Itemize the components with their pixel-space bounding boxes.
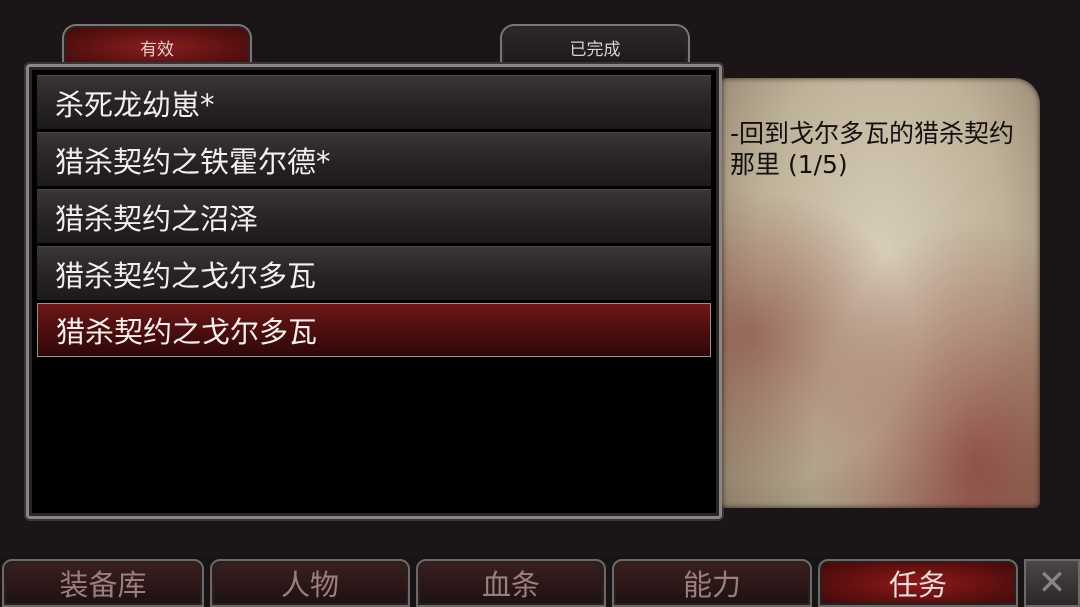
- quest-item-label: 杀死龙幼崽*: [55, 87, 215, 122]
- nav-quests-button[interactable]: 任务: [818, 559, 1018, 607]
- quest-list-panel: 杀死龙幼崽* 猎杀契约之铁霍尔德* 猎杀契约之沼泽 猎杀契约之戈尔多瓦 猎杀契约…: [26, 64, 722, 519]
- nav-character-label: 人物: [280, 568, 339, 602]
- nav-abilities-label: 能力: [682, 568, 741, 602]
- tab-active[interactable]: 有效: [62, 24, 252, 68]
- quest-item-5-selected[interactable]: 猎杀契约之戈尔多瓦: [37, 303, 711, 357]
- quest-item-2[interactable]: 猎杀契约之铁霍尔德*: [37, 132, 711, 186]
- quest-item-1[interactable]: 杀死龙幼崽*: [37, 75, 711, 129]
- quest-item-3[interactable]: 猎杀契约之沼泽: [37, 189, 711, 243]
- quest-item-label: 猎杀契约之铁霍尔德*: [55, 144, 331, 179]
- nav-quests-label: 任务: [888, 568, 947, 602]
- close-button[interactable]: ✕: [1024, 559, 1080, 607]
- nav-abilities-button[interactable]: 能力: [612, 559, 812, 607]
- tab-completed[interactable]: 已完成: [500, 24, 690, 68]
- close-icon: ✕: [1037, 563, 1067, 603]
- tab-active-label: 有效: [140, 39, 174, 60]
- nav-storage-label: 装备库: [59, 568, 147, 602]
- tab-completed-label: 已完成: [569, 39, 621, 60]
- bottom-nav-bar: 装备库 人物 血条 能力 任务 ✕: [0, 556, 1080, 607]
- nav-storage-button[interactable]: 装备库: [2, 559, 204, 607]
- nav-health-button[interactable]: 血条: [416, 559, 606, 607]
- quest-detail-text: -回到戈尔多瓦的猎杀契约那里 (1/5): [730, 119, 1015, 179]
- quest-item-label: 猎杀契约之戈尔多瓦: [55, 258, 317, 293]
- nav-health-label: 血条: [481, 568, 540, 602]
- quest-item-4[interactable]: 猎杀契约之戈尔多瓦: [37, 246, 711, 300]
- quest-detail-panel: -回到戈尔多瓦的猎杀契约那里 (1/5): [722, 78, 1040, 508]
- quest-list: 杀死龙幼崽* 猎杀契约之铁霍尔德* 猎杀契约之沼泽 猎杀契约之戈尔多瓦 猎杀契约…: [37, 75, 711, 360]
- quest-item-label: 猎杀契约之戈尔多瓦: [56, 315, 318, 349]
- quest-item-label: 猎杀契约之沼泽: [55, 201, 259, 236]
- nav-character-button[interactable]: 人物: [210, 559, 410, 607]
